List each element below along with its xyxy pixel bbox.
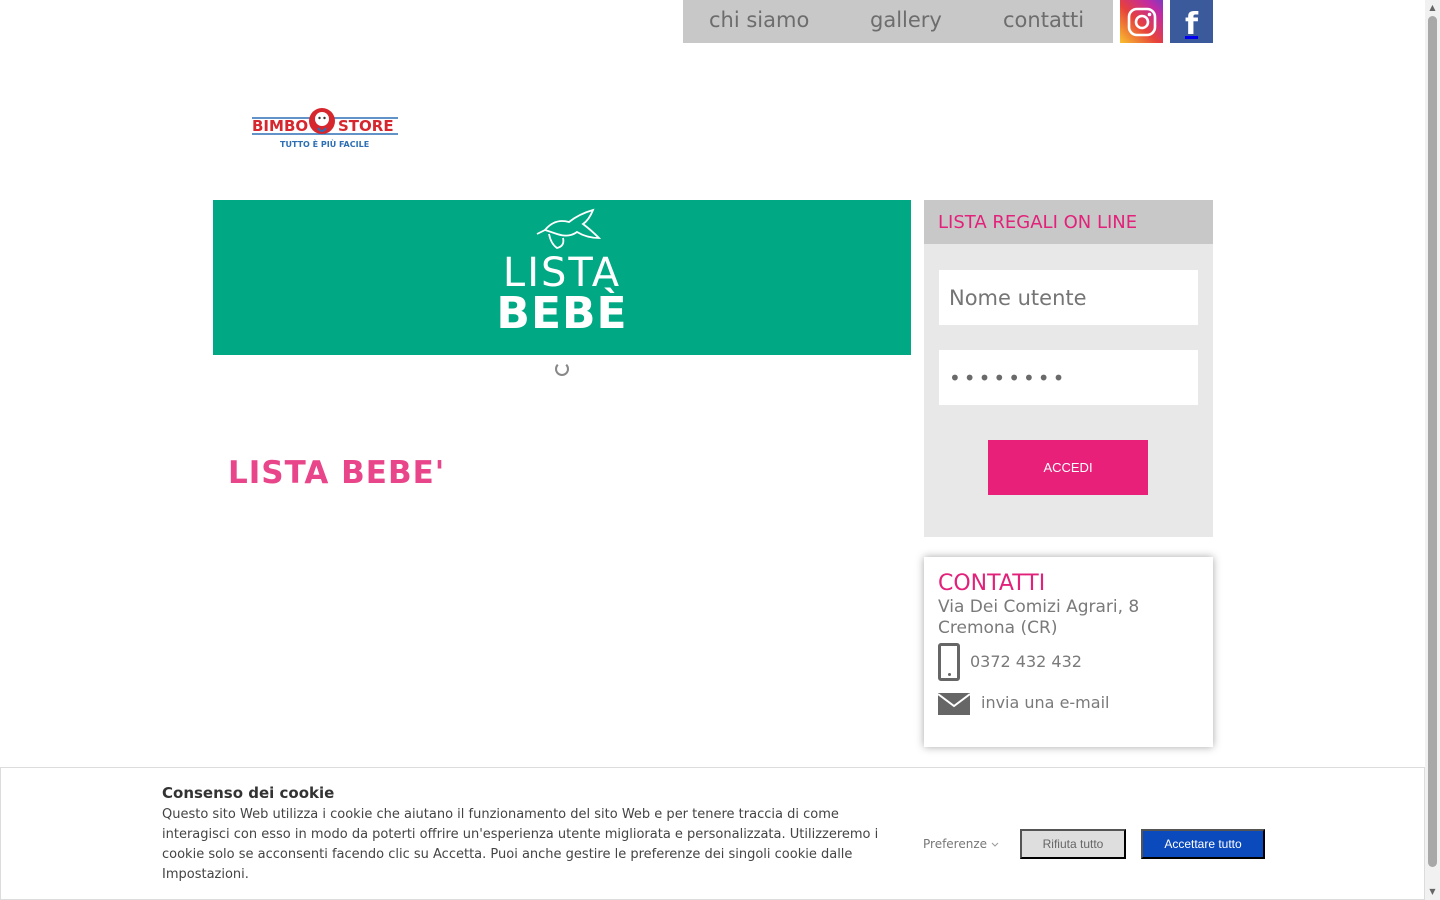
- page-title: LISTA BEBE': [228, 455, 446, 491]
- email-link[interactable]: invia una e-mail: [981, 693, 1109, 712]
- login-panel-title: LISTA REGALI ON LINE: [924, 200, 1213, 244]
- cookie-reject-button[interactable]: Rifiuta tutto: [1020, 829, 1126, 859]
- login-panel: LISTA REGALI ON LINE •••••••• ACCEDI: [924, 200, 1213, 537]
- page: chi siamo gallery contatti f BIMBO STORE…: [0, 0, 1440, 900]
- cookie-text: Questo sito Web utilizza i cookie che ai…: [162, 807, 879, 882]
- username-input[interactable]: [939, 270, 1198, 325]
- phone-number[interactable]: 0372 432 432: [970, 652, 1082, 671]
- address-line-1: Via Dei Comizi Agrari, 8: [938, 597, 1140, 617]
- envelope-icon: [938, 693, 970, 715]
- address-line-2: Cremona (CR): [938, 618, 1058, 638]
- bimbo-store-logo[interactable]: BIMBO STORE TUTTO È PIÙ FACILE: [250, 104, 400, 152]
- cookie-title: Consenso dei cookie: [162, 784, 335, 802]
- facebook-icon[interactable]: f: [1170, 0, 1213, 43]
- instagram-icon[interactable]: [1120, 0, 1163, 43]
- logo-right-text: STORE: [338, 117, 394, 135]
- loading-spinner-icon: [555, 362, 569, 376]
- scrollbar-thumb[interactable]: [1428, 16, 1437, 867]
- contacts-address: Via Dei Comizi Agrari, 8 Cremona (CR): [938, 597, 1139, 639]
- password-input[interactable]: ••••••••: [939, 350, 1198, 405]
- page-scrollbar[interactable]: ▲ ▼: [1425, 0, 1440, 900]
- scroll-down-arrow-icon[interactable]: ▼: [1428, 888, 1437, 896]
- stork-icon: [536, 208, 602, 249]
- nav-item-gallery[interactable]: gallery: [870, 8, 942, 32]
- scroll-up-arrow-icon[interactable]: ▲: [1428, 4, 1437, 12]
- facebook-glyph: f: [1184, 6, 1199, 42]
- top-nav: chi siamo gallery contatti: [683, 0, 1113, 43]
- phone-icon: [938, 643, 960, 681]
- nav-item-chi-siamo[interactable]: chi siamo: [709, 8, 809, 32]
- contacts-card: CONTATTI Via Dei Comizi Agrari, 8 Cremon…: [924, 557, 1213, 747]
- cookie-preferences-label: Preferenze: [923, 837, 988, 851]
- login-button[interactable]: ACCEDI: [988, 440, 1148, 495]
- nav-item-contatti[interactable]: contatti: [1003, 8, 1084, 32]
- banner-line-2: BEBÈ: [496, 288, 628, 339]
- cookie-preferences-button[interactable]: Preferenze: [923, 837, 999, 851]
- cookie-banner: Consenso dei cookie Questo sito Web util…: [0, 767, 1425, 900]
- contacts-title: CONTATTI: [938, 571, 1046, 596]
- logo-left-text: BIMBO: [252, 117, 308, 135]
- chevron-down-icon: [991, 842, 999, 847]
- logo-tagline: TUTTO È PIÙ FACILE: [280, 138, 369, 149]
- cookie-accept-button[interactable]: Accettare tutto: [1141, 829, 1265, 859]
